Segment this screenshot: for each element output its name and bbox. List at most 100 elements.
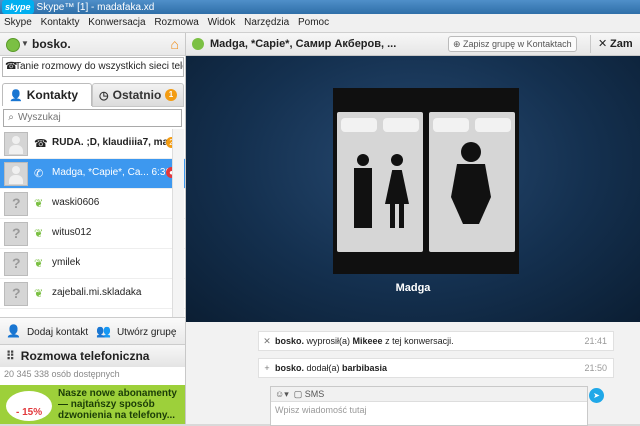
save-group-icon: ⊕	[453, 39, 464, 49]
ad-banner[interactable]: - 15% Nasze nowe abonamenty — najtańszy …	[0, 385, 185, 424]
phone-hangup-icon: ☎	[34, 138, 48, 150]
avatar	[4, 252, 28, 276]
conversation-title[interactable]: Madga, *Capie*, Самир Акберов, ...	[210, 38, 396, 50]
search-box: ⌕	[3, 109, 182, 127]
ad-line: dzwonienia na telefony...	[58, 410, 176, 421]
video-area: Madga	[186, 56, 640, 322]
add-icon: +	[264, 363, 270, 373]
next-conversation-tab[interactable]: Zam	[610, 38, 633, 50]
contact-name: zajebali.mi.skladaka	[52, 287, 142, 298]
list-item[interactable]: ❦ waski0606	[0, 189, 185, 219]
video-caption: Madga	[395, 282, 431, 294]
conversation-panel: Madga, *Capie*, Самир Акберов, ... ⊕ Zap…	[186, 33, 640, 426]
group-icon: 👥	[96, 324, 111, 338]
tab-contacts[interactable]: 👤 Kontakty	[2, 83, 92, 106]
menu-widok[interactable]: Widok	[208, 17, 236, 28]
send-button[interactable]: ➤	[589, 388, 604, 403]
recent-badge: 1	[165, 89, 177, 101]
avatar	[4, 282, 28, 306]
clock-icon: ◷	[99, 90, 109, 102]
tab-recent-label: Ostatnio	[112, 88, 162, 102]
add-contact-label: Dodaj kontakt	[26, 327, 89, 338]
divider	[590, 35, 591, 53]
emoticon-icon[interactable]: ☺▾	[275, 389, 289, 399]
search-input[interactable]	[18, 112, 168, 123]
contact-tabs: 👤 Kontakty ◷ Ostatnio 1	[0, 83, 185, 107]
chevron-down-icon[interactable]: ▼	[21, 39, 29, 48]
list-item[interactable]: ❦ ymilek	[0, 249, 185, 279]
contact-list-scrollbar[interactable]	[172, 129, 184, 319]
contact-name: Madga, *Capie*, Ca... 6:36:47	[52, 167, 170, 178]
close-icon[interactable]: ✕	[598, 37, 607, 50]
avatar	[4, 192, 28, 216]
compose-toolbar: ☺▾ ▢ SMS	[271, 387, 587, 402]
list-item[interactable]: ❦ zajebali.mi.skladaka	[0, 279, 185, 309]
user-name[interactable]: bosko.	[32, 37, 71, 51]
phone-call-label: Rozmowa telefoniczna	[20, 349, 150, 363]
phone-call-button[interactable]: ⠿ Rozmowa telefoniczna	[0, 344, 185, 367]
contact-name: ymilek	[52, 257, 81, 268]
discount-text: - 15%	[16, 407, 43, 418]
conversation-header: Madga, *Capie*, Самир Акберов, ... ⊕ Zap…	[186, 33, 640, 56]
home-icon[interactable]: ⌂	[171, 36, 179, 52]
system-message: ✕ bosko. wyprosił(a) Mikeee z tej konwers…	[258, 331, 614, 351]
message-time: 21:41	[584, 336, 607, 346]
sms-label: SMS	[304, 389, 325, 399]
ad-line: Nasze nowe abonamenty	[58, 388, 177, 399]
compose-box: ☺▾ ▢ SMS Wpisz wiadomość tutaj	[270, 386, 588, 426]
message-input[interactable]: Wpisz wiadomość tutaj	[271, 402, 587, 418]
contact-actions: 👤 Dodaj kontakt 👥 Utwórz grupę	[0, 317, 185, 344]
discount-badge: - 15%	[6, 391, 52, 421]
status-leaf-icon: ❦	[34, 288, 44, 300]
user-status-bar: ▼ bosko. ⌂	[0, 33, 185, 56]
save-group-button[interactable]: ⊕ Zapisz grupę w Kontaktach	[448, 36, 577, 52]
menu-kontakty[interactable]: Kontakty	[41, 17, 80, 28]
add-person-icon: 👤	[6, 324, 21, 338]
promo-banner[interactable]: ☎Tanie rozmowy do wszystkich sieci telef…	[2, 57, 184, 77]
window-titlebar: skype Skype™ [1] - madafaka.xd	[0, 0, 640, 14]
contact-list: ☎ RUDA. ;D, klaudiiia7, mar... 2 ✆ Madga…	[0, 129, 185, 317]
message-user[interactable]: bosko.	[275, 363, 304, 373]
window-title: Skype™ [1] - madafaka.xd	[36, 2, 155, 13]
menu-narzedzia[interactable]: Narzędzia	[244, 17, 289, 28]
skype-logo: skype	[2, 0, 34, 14]
status-leaf-icon: ❦	[34, 198, 44, 210]
phone-icon: ✆	[34, 168, 44, 180]
phone-icon: ☎	[5, 61, 18, 72]
message-suffix: z tej konwersacji.	[382, 336, 454, 346]
avatar	[4, 162, 28, 186]
bed-image-right	[429, 112, 515, 252]
create-group-button[interactable]: 👥 Utwórz grupę	[96, 324, 176, 338]
status-leaf-icon: ❦	[34, 258, 44, 270]
sms-toggle[interactable]: ▢ SMS	[291, 389, 325, 399]
menu-skype[interactable]: Skype	[4, 17, 32, 28]
list-item[interactable]: ☎ RUDA. ;D, klaudiiia7, mar... 2	[0, 129, 185, 159]
left-panel: ▼ bosko. ⌂ ☎Tanie rozmowy do wszystkich …	[0, 33, 186, 424]
message-text: wyprosił(a)	[304, 336, 353, 346]
contact-name: waski0606	[52, 197, 100, 208]
message-user[interactable]: bosko.	[275, 336, 304, 346]
list-item[interactable]: ❦ witus012	[0, 219, 185, 249]
ad-text: Nasze nowe abonamenty — najtańszy sposób…	[58, 388, 177, 421]
message-target[interactable]: Mikeee	[353, 336, 383, 346]
person-icon: 👤	[9, 90, 23, 102]
profile-photo	[333, 88, 519, 274]
promo-text: Tanie rozmowy do wszystkich sieci telefo…	[15, 61, 183, 72]
menu-konwersacja[interactable]: Konwersacja	[88, 17, 145, 28]
menu-rozmowa[interactable]: Rozmowa	[154, 17, 198, 28]
ad-line: — najtańszy sposób	[58, 399, 155, 410]
menu-pomoc[interactable]: Pomoc	[298, 17, 329, 28]
save-group-label: Zapisz grupę w Kontaktach	[463, 39, 572, 49]
add-contact-button[interactable]: 👤 Dodaj kontakt	[6, 324, 88, 338]
online-status-icon[interactable]	[6, 38, 20, 52]
message-text: dodał(a)	[304, 363, 343, 373]
tab-recent[interactable]: ◷ Ostatnio 1	[92, 83, 184, 107]
conversation-status-icon	[192, 38, 204, 50]
message-target[interactable]: barbibasia	[342, 363, 387, 373]
search-icon: ⌕	[8, 112, 14, 123]
system-message: + bosko. dodał(a) barbibasia 21:50	[258, 358, 614, 378]
list-item[interactable]: ✆ Madga, *Capie*, Ca... 6:36:47 ●	[0, 159, 185, 189]
contact-name: witus012	[52, 227, 92, 238]
tab-contacts-label: Kontakty	[26, 88, 79, 102]
avatar	[4, 132, 28, 156]
